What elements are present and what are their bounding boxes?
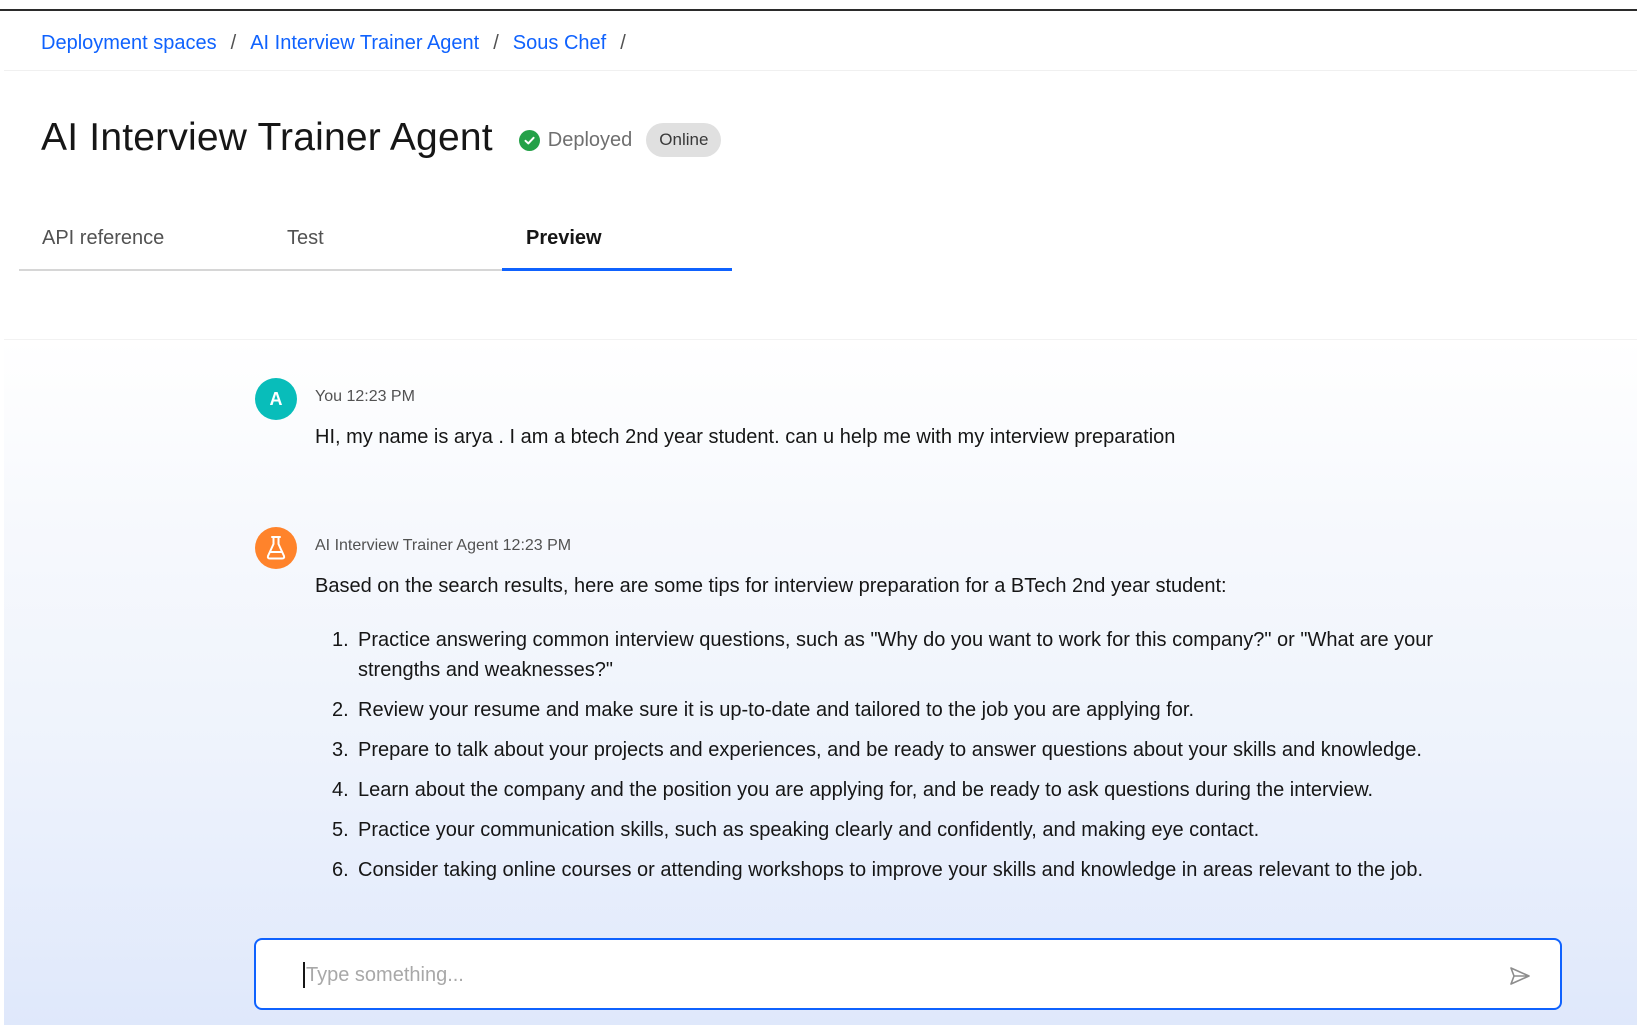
user-avatar: A (255, 378, 297, 420)
chat-input-container (254, 938, 1562, 1010)
user-message-text: HI, my name is arya . I am a btech 2nd y… (315, 426, 1176, 448)
list-item: 6. Consider taking online courses or atte… (332, 855, 1492, 885)
list-item-number: 1. (332, 629, 349, 651)
list-item-number: 5. (332, 819, 349, 841)
list-item-number: 6. (332, 859, 349, 881)
list-item-text: Practice answering common interview ques… (358, 629, 1434, 681)
send-button[interactable] (1506, 962, 1534, 990)
chat-transcript: A You 12:23 PM HI, my name is arya . I a… (0, 0, 1637, 936)
list-item-number: 2. (332, 699, 349, 721)
list-item-text: Practice your communication skills, such… (358, 819, 1260, 841)
list-item: 1. Practice answering common interview qu… (332, 625, 1492, 685)
flask-icon (266, 536, 286, 560)
list-item-text: Prepare to talk about your projects and … (358, 739, 1422, 761)
chat-input[interactable] (306, 956, 1466, 994)
agent-message-meta: AI Interview Trainer Agent 12:23 PM (315, 537, 572, 554)
list-item-number: 3. (332, 739, 349, 761)
list-item-number: 4. (332, 779, 349, 801)
list-item: 3. Prepare to talk about your projects an… (332, 735, 1492, 765)
agent-avatar (255, 527, 297, 569)
list-item: 2. Review your resume and make sure it is… (332, 695, 1492, 725)
list-item-text: Learn about the company and the position… (358, 779, 1374, 801)
list-item-text: Review your resume and make sure it is u… (358, 699, 1195, 721)
tips-list: 1. Practice answering common interview qu… (332, 625, 1492, 895)
send-icon (1510, 967, 1530, 985)
text-caret (303, 962, 305, 988)
list-item-text: Consider taking online courses or attend… (358, 859, 1424, 881)
list-item: 5. Practice your communication skills, su… (332, 815, 1492, 845)
list-item: 4. Learn about the company and the positi… (332, 775, 1492, 805)
agent-message-text: Based on the search results, here are so… (315, 575, 1227, 597)
user-message-meta: You 12:23 PM (315, 388, 415, 405)
